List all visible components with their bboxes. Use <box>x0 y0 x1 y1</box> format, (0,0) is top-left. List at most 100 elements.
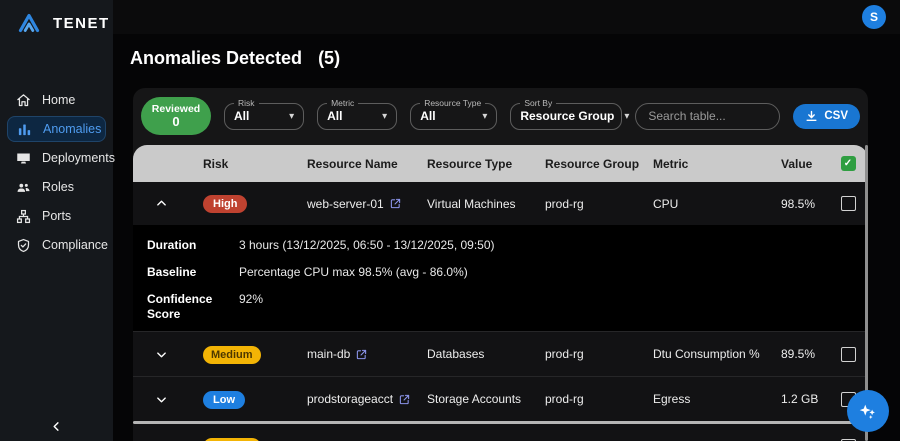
sidebar-item-roles[interactable]: Roles <box>7 174 106 200</box>
page-title-text: Anomalies Detected <box>130 48 303 68</box>
sidebar-item-deployments[interactable]: Deployments <box>7 145 115 171</box>
row-checkbox[interactable] <box>840 346 856 362</box>
metric: CPU <box>653 196 679 211</box>
table-row: Medium app-service-01 App Services prod-… <box>133 424 868 441</box>
detail-value: 3 hours (13/12/2025, 06:50 - 13/12/2025,… <box>239 238 495 252</box>
header-resource-group: Resource Group <box>545 156 640 171</box>
network-icon <box>16 209 31 223</box>
resource-type: Storage Accounts <box>427 392 522 406</box>
resource-name: web-server-01 <box>307 196 384 211</box>
external-link-icon[interactable] <box>390 198 401 209</box>
reviewed-counter[interactable]: Reviewed 0 <box>141 97 211 135</box>
header-resource-type: Resource Type <box>427 156 513 171</box>
table-header-row: Risk Resource Name Resource Type Resourc… <box>133 145 868 182</box>
csv-export-button[interactable]: CSV <box>793 103 860 129</box>
search-input[interactable] <box>635 102 781 130</box>
sparkles-icon <box>859 404 875 419</box>
sidebar: TENET Home Anomalies Deployments Roles P… <box>0 0 115 441</box>
resource-name: prodstorageacct <box>307 392 394 406</box>
chevron-left-icon <box>53 421 59 431</box>
metric: Egress <box>653 392 691 406</box>
sort-by-select[interactable]: Sort By Resource Group ▾ <box>510 97 629 130</box>
people-icon <box>17 183 30 192</box>
sidebar-item-home[interactable]: Home <box>7 87 106 113</box>
chevron-down-icon <box>156 351 166 357</box>
sidebar-item-label: Compliance <box>42 238 109 252</box>
risk-filter-select[interactable]: Risk All ▾ <box>224 97 305 130</box>
page-title: Anomalies Detected (5) <box>130 48 340 69</box>
header-risk: Risk <box>203 156 229 171</box>
sort-by-value: Resource Group <box>520 109 615 123</box>
header-value: Value <box>781 156 813 171</box>
row-checkbox[interactable] <box>840 196 856 211</box>
risk-badge: High <box>203 195 248 213</box>
sidebar-collapse-button[interactable] <box>0 415 113 437</box>
risk-badge: Medium <box>203 345 261 364</box>
chevron-up-icon <box>156 200 166 206</box>
resource-group: prod-rg <box>545 392 584 406</box>
value: 1.2 GB <box>781 392 819 406</box>
select-all-checkbox[interactable]: ✓ <box>840 156 856 171</box>
metric-filter-label: Metric <box>327 97 359 108</box>
detail-label: Baseline <box>147 265 197 279</box>
sidebar-item-label: Deployments <box>42 151 115 165</box>
sidebar-item-label: Anomalies <box>43 122 102 136</box>
csv-button-label: CSV <box>824 110 848 122</box>
brand-logo: TENET <box>0 0 113 35</box>
filter-bar: Reviewed 0 Risk All ▾ Metric All ▾ Resou… <box>133 88 868 145</box>
sort-by-label: Sort By <box>520 97 557 108</box>
detail-value: Percentage CPU max 98.5% (avg - 86.0%) <box>239 265 468 279</box>
reviewed-label: Reviewed <box>151 102 201 115</box>
anomalies-card: Reviewed 0 Risk All ▾ Metric All ▾ Resou… <box>133 88 868 441</box>
chevron-down-icon: ▾ <box>482 110 488 122</box>
home-icon <box>17 93 30 106</box>
table-row: Medium main-db Databases prod-rg Dtu Con… <box>133 331 868 376</box>
header-metric: Metric <box>653 156 689 171</box>
risk-filter-label: Risk <box>234 97 259 108</box>
shield-check-icon <box>17 238 30 252</box>
external-link-icon[interactable] <box>399 394 410 405</box>
risk-badge: Low <box>203 390 245 409</box>
chevron-down-icon: ▾ <box>624 110 630 122</box>
expand-row-button[interactable] <box>156 349 167 360</box>
sidebar-item-label: Roles <box>42 180 74 194</box>
collapse-row-button[interactable] <box>156 198 167 209</box>
sidebar-item-anomalies[interactable]: Anomalies <box>7 116 106 142</box>
risk-filter-value: All <box>234 109 250 123</box>
header-resource-name: Resource Name <box>307 156 398 171</box>
value: 89.5% <box>781 347 816 361</box>
anomalies-table: Risk Resource Name Resource Type Resourc… <box>133 145 868 441</box>
sidebar-nav: Home Anomalies Deployments Roles Ports C… <box>0 87 115 258</box>
table-row: High web-server-01 Virtual Machines prod… <box>133 182 868 225</box>
resource-type-filter-select[interactable]: Resource Type All ▾ <box>410 97 498 130</box>
tenet-logo-icon <box>18 13 40 33</box>
brand-name: TENET <box>53 14 110 32</box>
reviewed-count: 0 <box>172 113 180 129</box>
resource-name: main-db <box>307 347 351 361</box>
sidebar-item-compliance[interactable]: Compliance <box>7 232 109 258</box>
metric-filter-value: All <box>327 109 343 123</box>
resource-type-filter-value: All <box>420 109 436 123</box>
chevron-down-icon <box>156 396 166 402</box>
row-details-panel: Duration 3 hours (13/12/2025, 06:50 - 13… <box>133 225 868 331</box>
resource-type-filter-label: Resource Type <box>420 97 486 108</box>
detail-label: Duration <box>147 238 197 252</box>
expand-row-button[interactable] <box>156 394 167 405</box>
metric: Dtu Consumption % <box>653 347 760 361</box>
sidebar-item-label: Home <box>42 93 76 107</box>
external-link-icon[interactable] <box>356 349 367 360</box>
metric-filter-select[interactable]: Metric All ▾ <box>317 97 398 130</box>
resource-type: Virtual Machines <box>427 196 516 211</box>
table-row: Low prodstorageacct Storage Accounts pro… <box>133 376 868 421</box>
sidebar-item-label: Ports <box>42 209 72 223</box>
detail-label: Confidence Score <box>147 292 213 321</box>
user-avatar[interactable]: S <box>862 5 886 29</box>
ai-assistant-button[interactable] <box>847 390 889 432</box>
resource-type: Databases <box>427 347 485 361</box>
download-icon <box>806 110 817 121</box>
chevron-down-icon: ▾ <box>382 110 388 122</box>
sidebar-item-ports[interactable]: Ports <box>7 203 106 229</box>
anomaly-count: (5) <box>318 48 341 68</box>
detail-value: 92% <box>239 292 264 306</box>
topbar: S <box>113 0 900 34</box>
